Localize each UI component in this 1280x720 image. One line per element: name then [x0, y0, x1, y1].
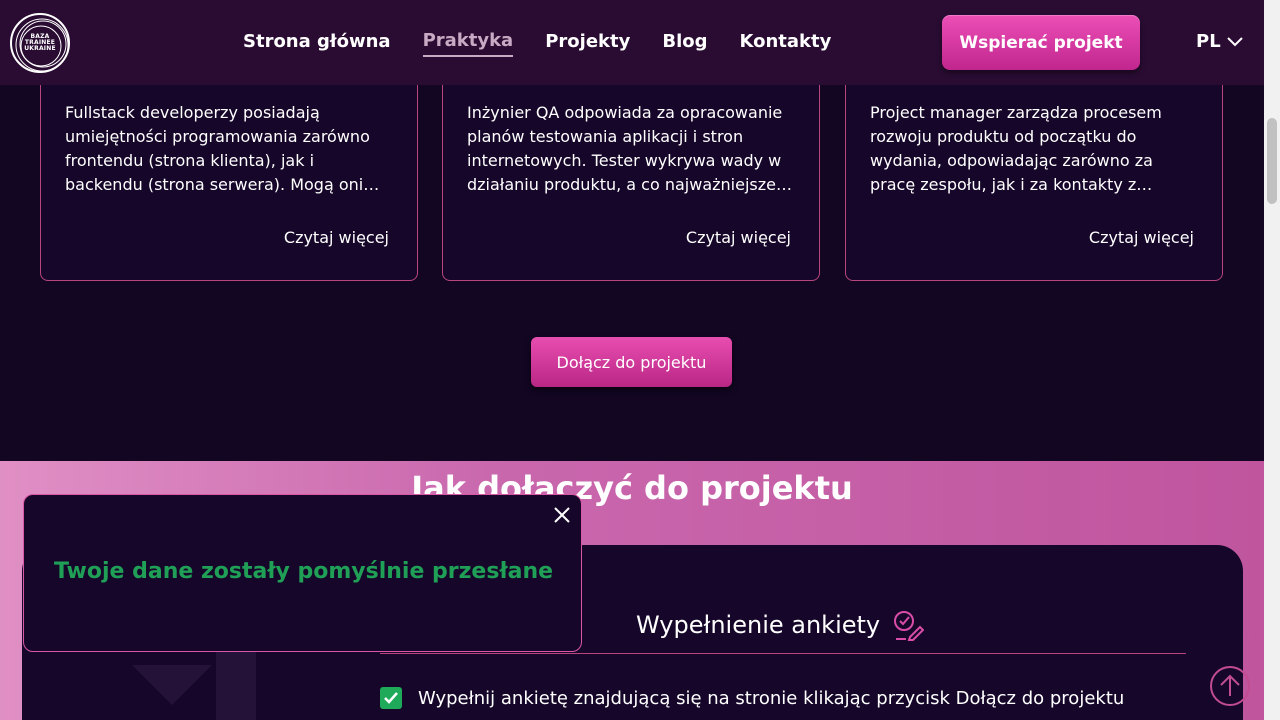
close-icon[interactable]: [552, 505, 572, 525]
language-selector[interactable]: PL: [1196, 31, 1243, 52]
read-more-link[interactable]: Czytaj więcej: [1089, 228, 1194, 247]
logo[interactable]: BAZA TRAINEE UKRAINE: [10, 13, 70, 73]
page-scrollbar[interactable]: [1264, 0, 1280, 720]
card-description: Inżynier QA odpowiada za opracowanie pla…: [467, 103, 783, 194]
step-checkbox[interactable]: [380, 687, 402, 709]
nav-item-blog[interactable]: Blog: [662, 31, 707, 56]
scrollbar-thumb[interactable]: [1267, 118, 1277, 204]
nav-item-projects[interactable]: Projekty: [545, 31, 630, 56]
card-description: Project manager zarządza procesem rozwoj…: [870, 103, 1162, 194]
scroll-to-top-button[interactable]: [1210, 666, 1250, 706]
nav-item-home[interactable]: Strona główna: [243, 31, 391, 56]
read-more-link[interactable]: Czytaj więcej: [686, 228, 791, 247]
divider: [380, 653, 1186, 654]
success-toast: Twoje dane zostały pomyślnie przesłane: [23, 494, 582, 652]
support-project-button[interactable]: Wspierać projekt: [942, 15, 1140, 70]
form-edit-icon: [894, 611, 925, 641]
step-text: Wypełnij ankietę znajdującą się na stron…: [418, 687, 1125, 709]
read-more-link[interactable]: Czytaj więcej: [284, 228, 389, 247]
site-header: BAZA TRAINEE UKRAINE Strona główna Prakt…: [0, 0, 1264, 85]
nav-item-contacts[interactable]: Kontakty: [739, 31, 831, 56]
checkmark-icon: [384, 692, 398, 704]
role-card-pm: Project manager zarządza procesem rozwoj…: [845, 60, 1223, 281]
step-heading: Wypełnienie ankiety: [636, 609, 925, 641]
join-project-button[interactable]: Dołącz do projektu: [531, 337, 732, 387]
step-item: Wypełnij ankietę znajdującą się na stron…: [380, 687, 1124, 709]
step-heading-label: Wypełnienie ankiety: [636, 611, 881, 639]
nav-item-practice[interactable]: Praktyka: [422, 30, 514, 57]
role-card-fullstack: Fullstack developerzy posiadają umiejętn…: [40, 60, 418, 281]
card-description: Fullstack developerzy posiadają umiejętn…: [65, 103, 380, 194]
main-nav: Strona główna Praktyka Projekty Blog Kon…: [243, 28, 831, 58]
role-card-qa: Inżynier QA odpowiada za opracowanie pla…: [442, 60, 820, 281]
chevron-down-icon: [1226, 36, 1243, 46]
logo-text: BAZA TRAINEE UKRAINE: [24, 33, 56, 52]
language-label: PL: [1196, 31, 1221, 52]
decorative-figure-icon: [132, 645, 256, 720]
arrow-up-icon: [1220, 674, 1240, 696]
toast-message: Twoje dane zostały pomyślnie przesłane: [53, 559, 554, 584]
